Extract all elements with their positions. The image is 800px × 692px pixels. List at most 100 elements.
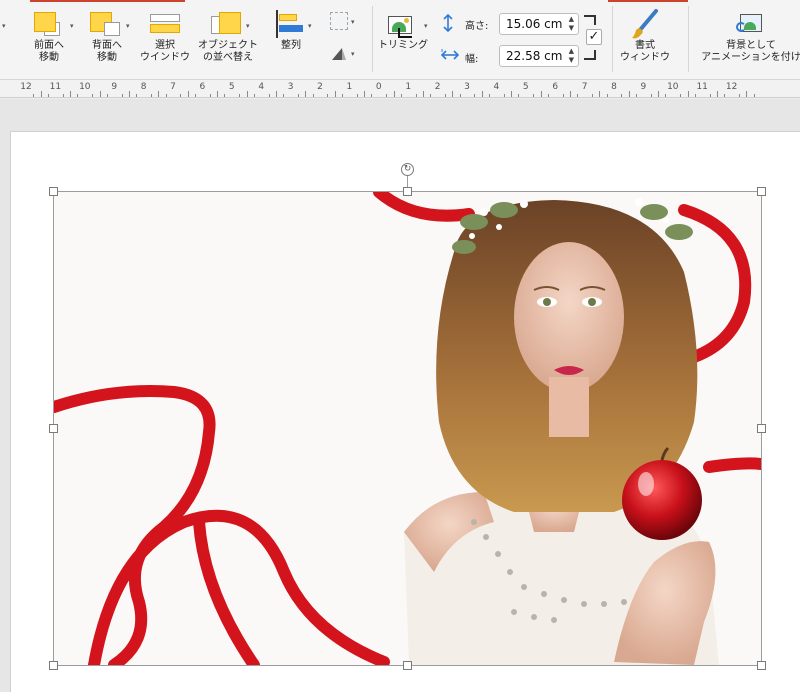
divider (612, 6, 613, 72)
ruler-tick (128, 91, 130, 97)
bring-forward-dropdown-icon[interactable]: ▾ (70, 22, 74, 30)
resize-handle-top-left[interactable] (49, 187, 58, 196)
ruler-tick (753, 94, 755, 97)
send-backward-dropdown-icon[interactable]: ▾ (126, 22, 130, 30)
align-dropdown-icon[interactable]: ▾ (308, 22, 312, 30)
ruler-tick (70, 91, 72, 97)
selection-pane-label: 選択 ウインドウ (140, 40, 190, 63)
align-label: 整列 (281, 40, 301, 51)
ruler-label: 10 (667, 82, 679, 92)
resize-handle-top[interactable] (403, 187, 412, 196)
ruler-label: 12 (725, 82, 738, 92)
ruler-tick (400, 94, 402, 97)
selection-pane-icon (142, 8, 188, 40)
ruler-tick (209, 94, 211, 97)
ribbon-toolbar: ▾ 前面へ 移動 ▾ 背面へ 移動 ▾ 選択 ウインドウ オブジェクト の並べ替… (0, 0, 800, 80)
reorder-objects-button[interactable]: オブジェクト の並べ替え (198, 8, 258, 64)
height-arrow-icon (443, 13, 453, 33)
ruler-tick (489, 94, 491, 97)
ruler-tick (99, 91, 101, 97)
rotate-icon[interactable] (330, 46, 348, 62)
group-dropdown-icon[interactable]: ▾ (351, 18, 355, 26)
height-stepper[interactable]: ▲ ▼ (569, 15, 574, 33)
ruler-label: 6 (552, 82, 559, 92)
ruler-tick (518, 94, 520, 97)
send-backward-icon (84, 8, 130, 40)
resize-handle-bottom[interactable] (403, 661, 412, 670)
rotate-dropdown-icon[interactable]: ▾ (351, 50, 355, 58)
ruler-tick (716, 91, 718, 97)
ruler-tick (599, 91, 601, 97)
ruler-tick (77, 94, 79, 97)
ruler-tick (540, 91, 542, 97)
ruler-tick (658, 91, 660, 97)
group-icon[interactable] (330, 12, 348, 30)
width-stepper[interactable]: ▲ ▼ (569, 47, 574, 65)
lock-bracket-icon (584, 50, 596, 60)
animate-as-background-button[interactable]: 背景として アニメーションを付け (696, 8, 800, 64)
lock-aspect-checkbox[interactable]: ✓ (586, 29, 602, 45)
crop-dropdown-icon[interactable]: ▾ (424, 22, 428, 30)
width-arrow-icon (440, 49, 460, 60)
bring-forward-button[interactable]: 前面へ 移動 (26, 8, 72, 64)
ruler-tick (283, 94, 285, 97)
send-backward-button[interactable]: 背面へ 移動 (84, 8, 130, 64)
ruler-label: 10 (79, 82, 91, 92)
ruler-tick (562, 94, 564, 97)
selection-pane-button[interactable]: 選択 ウインドウ (140, 8, 190, 64)
ruler-tick (136, 94, 138, 97)
divider (372, 6, 373, 72)
ruler-tick (481, 91, 483, 97)
ruler-tick (430, 94, 432, 97)
ruler-tick (187, 91, 189, 97)
align-button[interactable]: 整列 (268, 8, 314, 52)
resize-handle-left[interactable] (49, 424, 58, 433)
height-value[interactable]: 15.06 cm (506, 17, 562, 31)
ruler-tick (577, 94, 579, 97)
ruler-tick (452, 91, 454, 97)
ruler-label: 0 (375, 82, 382, 92)
resize-handle-bottom-right[interactable] (757, 661, 766, 670)
rotate-handle-icon[interactable]: ↻ (401, 163, 414, 176)
ruler-tick (92, 94, 94, 97)
ruler-tick (217, 91, 219, 97)
ruler-label: 11 (696, 82, 708, 92)
resize-handle-right[interactable] (757, 424, 766, 433)
ruler-tick (533, 94, 535, 97)
ruler-tick (106, 94, 108, 97)
ruler-tick (253, 94, 255, 97)
horizontal-ruler: 12 11 10 9 8 7 6 5 4 3 2 1 0 1 2 3 4 5 6 7 8 9 10 11 12 (0, 80, 800, 98)
ruler-tick (444, 94, 446, 97)
ruler-tick (628, 91, 630, 97)
ruler-label: 12 (20, 82, 32, 92)
animate-as-background-label: 背景として アニメーションを付け (701, 40, 800, 63)
ruler-tick (621, 94, 623, 97)
bring-forward-label: 前面へ 移動 (34, 40, 64, 63)
chevron-down-icon[interactable]: ▾ (2, 22, 6, 30)
ruler-tick (356, 94, 358, 97)
reorder-objects-icon (205, 8, 251, 40)
ruler-tick (165, 94, 167, 97)
width-field[interactable]: 22.58 cm ▲ ▼ (499, 45, 579, 67)
ruler-tick (239, 94, 241, 97)
selection-frame (53, 191, 762, 666)
width-value[interactable]: 22.58 cm (506, 49, 562, 63)
resize-handle-bottom-left[interactable] (49, 661, 58, 670)
reorder-dropdown-icon[interactable]: ▾ (246, 22, 250, 30)
ruler-tick (268, 94, 270, 97)
ruler-tick (474, 94, 476, 97)
resize-handle-top-right[interactable] (757, 187, 766, 196)
ruler-label: 6 (199, 82, 206, 92)
ruler-tick (246, 91, 248, 97)
ruler-tick (415, 94, 417, 97)
ruler-label: 5 (522, 82, 529, 92)
lock-bracket-icon (584, 15, 596, 25)
format-pane-button[interactable]: 書式 ウィンドウ (620, 8, 670, 64)
ruler-label: 5 (228, 82, 235, 92)
crop-button[interactable]: トリミング (378, 8, 428, 52)
ruler-tick (297, 94, 299, 97)
ruler-label: 4 (258, 82, 265, 92)
height-field[interactable]: 15.06 cm ▲ ▼ (499, 13, 579, 35)
ruler-label: 7 (170, 82, 176, 92)
ruler-label: 3 (464, 82, 470, 92)
